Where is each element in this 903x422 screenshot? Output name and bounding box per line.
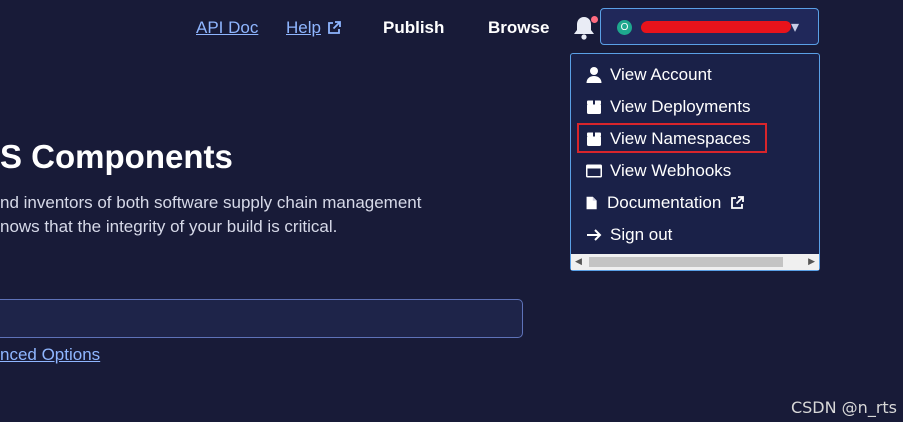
person-icon bbox=[586, 67, 602, 83]
menu-item-view-account[interactable]: View Account bbox=[585, 62, 712, 88]
page-title: S Components bbox=[0, 138, 233, 175]
advanced-options-link[interactable]: nced Options bbox=[0, 345, 100, 365]
package-icon bbox=[587, 100, 601, 114]
document-icon bbox=[586, 196, 597, 210]
chevron-down-icon: ▾ bbox=[791, 19, 800, 36]
horizontal-scrollbar[interactable]: ◀ ▶ bbox=[571, 254, 819, 270]
menu-item-label: View Account bbox=[610, 65, 712, 84]
api-doc-link[interactable]: API Doc bbox=[196, 17, 258, 39]
redacted-username bbox=[640, 21, 792, 33]
notifications-button[interactable] bbox=[571, 14, 599, 42]
menu-item-label: View Namespaces bbox=[610, 129, 751, 148]
package-icon bbox=[587, 132, 601, 146]
publish-link[interactable]: Publish bbox=[383, 17, 444, 39]
user-avatar: O bbox=[617, 20, 632, 35]
help-link[interactable]: Help bbox=[286, 17, 341, 39]
browse-link[interactable]: Browse bbox=[488, 17, 549, 39]
scroll-left-icon[interactable]: ◀ bbox=[575, 256, 582, 267]
external-link-icon bbox=[328, 21, 341, 34]
user-dropdown-menu: View Account View Deployments View Names… bbox=[570, 53, 820, 271]
menu-item-label: View Webhooks bbox=[610, 161, 732, 180]
menu-item-view-webhooks[interactable]: View Webhooks bbox=[585, 158, 731, 184]
menu-item-view-namespaces[interactable]: View Namespaces bbox=[585, 126, 750, 152]
page-description-line: nd inventors of both software supply cha… bbox=[0, 193, 422, 212]
scroll-right-icon[interactable]: ▶ bbox=[808, 256, 815, 267]
menu-item-label: Documentation bbox=[607, 193, 722, 212]
menu-item-label: View Deployments bbox=[610, 97, 751, 116]
scrollbar-thumb[interactable] bbox=[589, 257, 783, 267]
user-menu-button[interactable]: O ▾ bbox=[600, 8, 819, 45]
menu-item-sign-out[interactable]: Sign out bbox=[585, 222, 672, 248]
menu-item-label: Sign out bbox=[610, 225, 673, 244]
window-icon bbox=[586, 164, 602, 178]
menu-item-documentation[interactable]: Documentation bbox=[585, 190, 745, 216]
page-description-line: nows that the integrity of your build is… bbox=[0, 217, 338, 236]
watermark-text: CSDN @n_rts bbox=[790, 398, 897, 417]
menu-item-view-deployments[interactable]: View Deployments bbox=[585, 94, 750, 120]
help-link-label: Help bbox=[286, 18, 321, 37]
search-input[interactable] bbox=[0, 299, 523, 338]
external-link-icon bbox=[731, 196, 745, 209]
notification-badge bbox=[591, 16, 598, 23]
arrow-right-icon bbox=[587, 229, 602, 241]
